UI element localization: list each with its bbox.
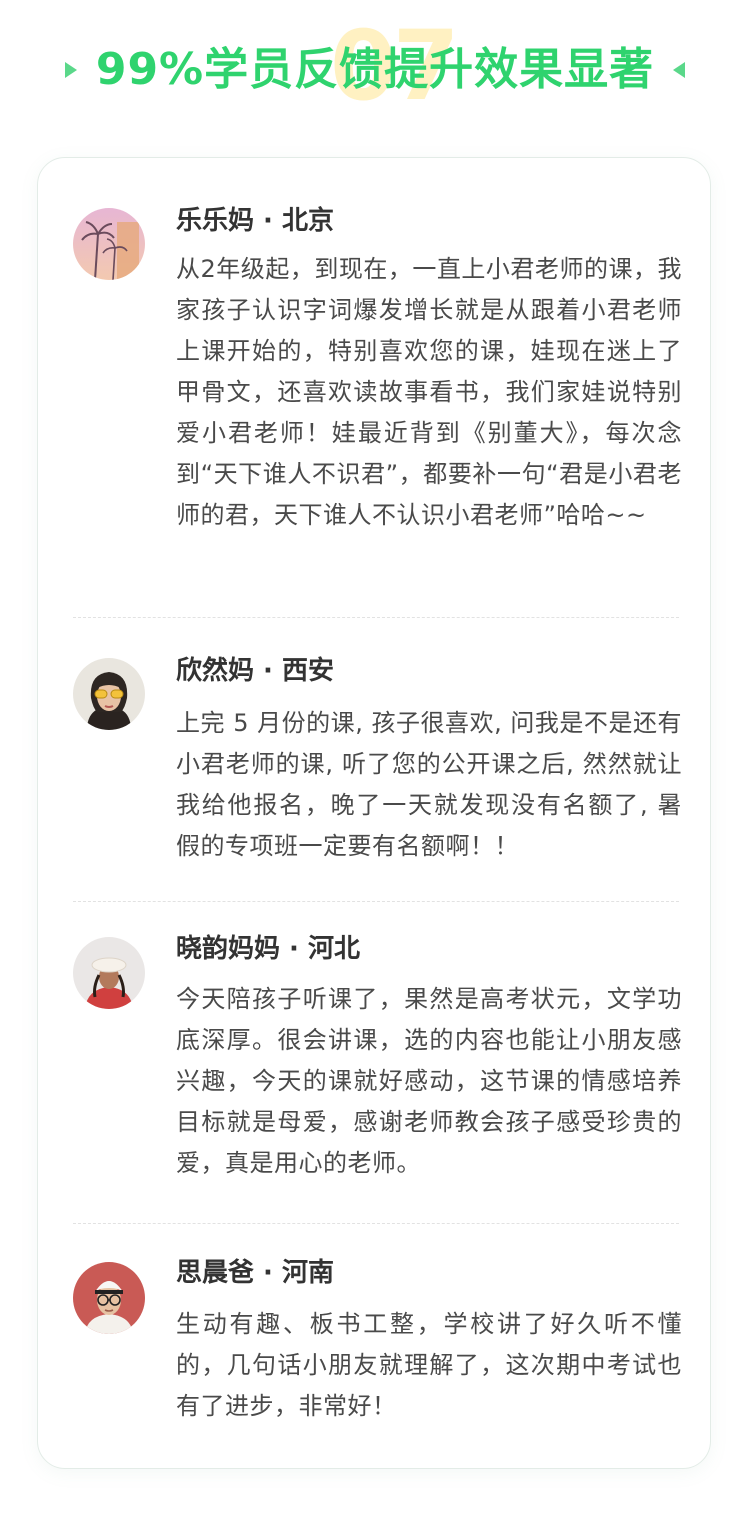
divider xyxy=(73,901,679,902)
reviewer-name: 欣然妈 · 西安 xyxy=(176,656,334,686)
reviews-card: 乐乐妈 · 北京 从2年级起，到现在，一直上小君老师的课，我家孩子认识字词爆发增… xyxy=(37,157,711,1469)
review-text: 上完 5 月份的课, 孩子很喜欢, 问我是不是还有小君老师的课, 听了您的公开课… xyxy=(176,709,682,860)
reviewer-name: 乐乐妈 · 北京 xyxy=(176,206,334,236)
divider xyxy=(73,617,679,618)
review-text: 从2年级起，到现在，一直上小君老师的课，我家孩子认识字词爆发增长就是从跟着小君老… xyxy=(176,255,682,529)
reviewer-name: 思晨爸 · 河南 xyxy=(176,1258,334,1288)
avatar-beret-icon xyxy=(73,937,145,1009)
avatar-man-glasses-icon xyxy=(73,1262,145,1334)
reviewer-name: 晓韵妈妈 · 河北 xyxy=(176,934,360,964)
divider xyxy=(73,1223,679,1224)
page-title: 99%学员反馈提升效果显著 xyxy=(95,44,655,95)
triangle-right-icon xyxy=(673,62,685,78)
avatar-woman-sunglasses-icon xyxy=(73,658,145,730)
section-header: 07 99%学员反馈提升效果显著 xyxy=(0,0,750,150)
avatar-palm-trees-icon xyxy=(73,208,145,280)
review-text: 今天陪孩子听课了，果然是高考状元，文学功底深厚。很会讲课，选的内容也能让小朋友感… xyxy=(176,985,682,1177)
review-text: 生动有趣、板书工整，学校讲了好久听不懂的，几句话小朋友就理解了，这次期中考试也有… xyxy=(176,1310,682,1420)
